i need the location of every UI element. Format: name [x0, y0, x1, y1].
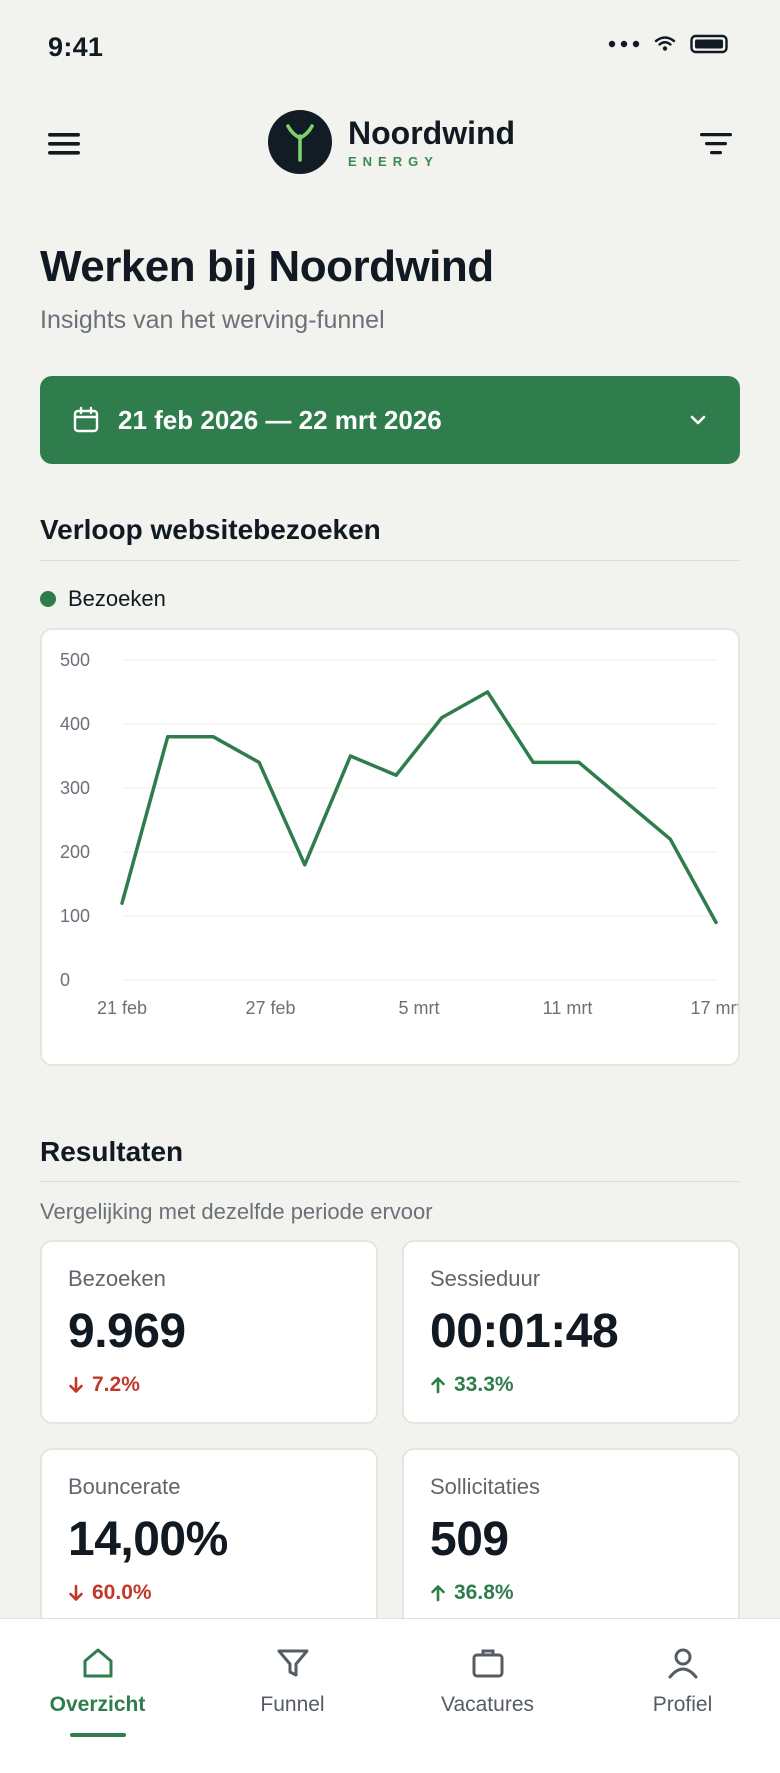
page-title: Werken bij Noordwind: [40, 242, 494, 291]
kpi-value: 509: [430, 1513, 509, 1566]
results-title: Resultaten: [40, 1136, 184, 1167]
kpi-value: 14,00%: [68, 1513, 228, 1566]
data-point: [440, 716, 444, 720]
data-point: [668, 837, 672, 841]
status-icons: [608, 34, 730, 54]
data-point: [303, 863, 307, 867]
date-range-picker[interactable]: 21 feb 2026 — 22 mrt 2026: [40, 376, 740, 464]
brand-name: Noordwind: [348, 114, 516, 151]
chart-card: 0 100 200 300 400 500 21 feb 27 feb 5 mrt 11 mrt 1…: [40, 628, 742, 1066]
kpi-delta: 60.0%: [68, 1581, 350, 1605]
x-tick-label: 21 feb: [97, 998, 147, 1018]
series-line-bezoeken: [120, 690, 718, 925]
x-tick-label: 5 mrt: [398, 998, 439, 1018]
arrow-up-icon: [431, 1585, 445, 1602]
kpi-value: 00:01:48: [430, 1305, 619, 1358]
data-point: [166, 735, 170, 739]
briefcase-icon: [472, 1649, 503, 1678]
nav-label: Profiel: [652, 1693, 713, 1716]
turbine-logo-icon: [286, 124, 314, 162]
arrow-down-icon: [69, 1584, 83, 1601]
data-point: [531, 760, 535, 764]
kpi-delta: 7.2%: [68, 1373, 350, 1397]
x-tick-label: 27 feb: [245, 998, 295, 1018]
kpi-label: Sollicitaties: [430, 1474, 541, 1499]
y-tick-label: 100: [60, 906, 90, 926]
page-subtitle: Insights van het werving-funnel: [40, 306, 385, 334]
filter-lines-icon: [700, 133, 732, 155]
nav-item-funnel[interactable]: Funnel: [195, 1619, 390, 1773]
brand: Noordwind ENERGY: [268, 110, 515, 174]
funnel-icon: [277, 1649, 308, 1677]
section-divider: [40, 560, 740, 561]
active-indicator: [69, 1733, 126, 1737]
data-point: [348, 754, 352, 758]
kpi-delta: 33.3%: [430, 1373, 712, 1397]
kpi-delta-value: 60.0%: [92, 1581, 152, 1604]
brand-subtitle: ENERGY: [348, 153, 439, 169]
data-point: [714, 920, 718, 924]
kpi-label: Sessieduur: [430, 1266, 541, 1291]
kpi-value: 9.969: [68, 1305, 186, 1358]
kpi-card-bouncerate[interactable]: Bouncerate 14,00% 60.0%: [40, 1448, 378, 1632]
calendar-icon: [73, 406, 99, 433]
kpi-card-bezoeken[interactable]: Bezoeken 9.969 7.2%: [40, 1240, 378, 1424]
nav-label: Overzicht: [49, 1693, 146, 1716]
chart-section-title: Verloop websitebezoeken: [40, 514, 381, 545]
section-divider: [40, 1181, 740, 1182]
hamburger-icon: [48, 133, 80, 155]
kpi-card-sollicitaties[interactable]: Sollicitaties 509 36.8%: [402, 1448, 740, 1632]
wifi-icon: [654, 36, 676, 51]
menu-button[interactable]: [44, 126, 84, 162]
y-tick-label: 200: [60, 842, 90, 862]
nav-item-profiel[interactable]: Profiel: [585, 1619, 780, 1773]
y-tick-label: 0: [60, 970, 70, 990]
status-time: 9:41: [48, 32, 104, 62]
y-tick-label: 500: [60, 650, 90, 670]
nav-label: Funnel: [260, 1693, 325, 1716]
x-tick-label: 17 mrt: [690, 998, 738, 1018]
results-note: Vergelijking met dezelfde periode ervoor: [40, 1199, 433, 1224]
kpi-delta: 36.8%: [430, 1581, 712, 1605]
more-dots-icon: [608, 40, 640, 48]
data-point: [486, 690, 490, 694]
y-tick-label: 300: [60, 778, 90, 798]
y-tick-label: 400: [60, 714, 90, 734]
user-icon: [668, 1648, 697, 1679]
battery-icon: [690, 34, 728, 54]
chart-legend: Bezoeken: [40, 586, 166, 612]
arrow-down-icon: [69, 1376, 83, 1393]
kpi-delta-value: 33.3%: [454, 1373, 514, 1396]
chevron-down-icon: [690, 415, 706, 425]
legend-dot: [40, 591, 56, 607]
data-point: [623, 799, 627, 803]
data-point: [257, 760, 261, 764]
kpi-delta-value: 36.8%: [454, 1581, 514, 1604]
home-icon: [83, 1648, 112, 1678]
data-point: [120, 901, 124, 905]
arrow-up-icon: [431, 1377, 445, 1394]
data-point: [577, 760, 581, 764]
kpi-label: Bouncerate: [68, 1474, 181, 1499]
visits-line-chart: 0 100 200 300 400 500 21 feb 27 feb 5 mrt 11 mrt 1…: [60, 650, 742, 1018]
nav-label: Vacatures: [441, 1693, 534, 1716]
bottom-nav: Overzicht Funnel Vacatures Profiel: [0, 1618, 780, 1773]
x-tick-label: 11 mrt: [543, 998, 593, 1018]
data-point: [211, 735, 215, 739]
kpi-delta-value: 7.2%: [92, 1373, 140, 1396]
nav-item-overzicht[interactable]: Overzicht: [0, 1619, 195, 1773]
kpi-label: Bezoeken: [68, 1266, 166, 1291]
brand-logo: [268, 110, 332, 174]
kpi-card-sessieduur[interactable]: Sessieduur 00:01:48 33.3%: [402, 1240, 740, 1424]
data-point: [394, 773, 398, 777]
date-range-label: 21 feb 2026 — 22 mrt 2026: [118, 404, 442, 435]
nav-item-vacatures[interactable]: Vacatures: [390, 1619, 585, 1773]
legend-label: Bezoeken: [68, 586, 166, 611]
filter-button[interactable]: [696, 126, 736, 162]
